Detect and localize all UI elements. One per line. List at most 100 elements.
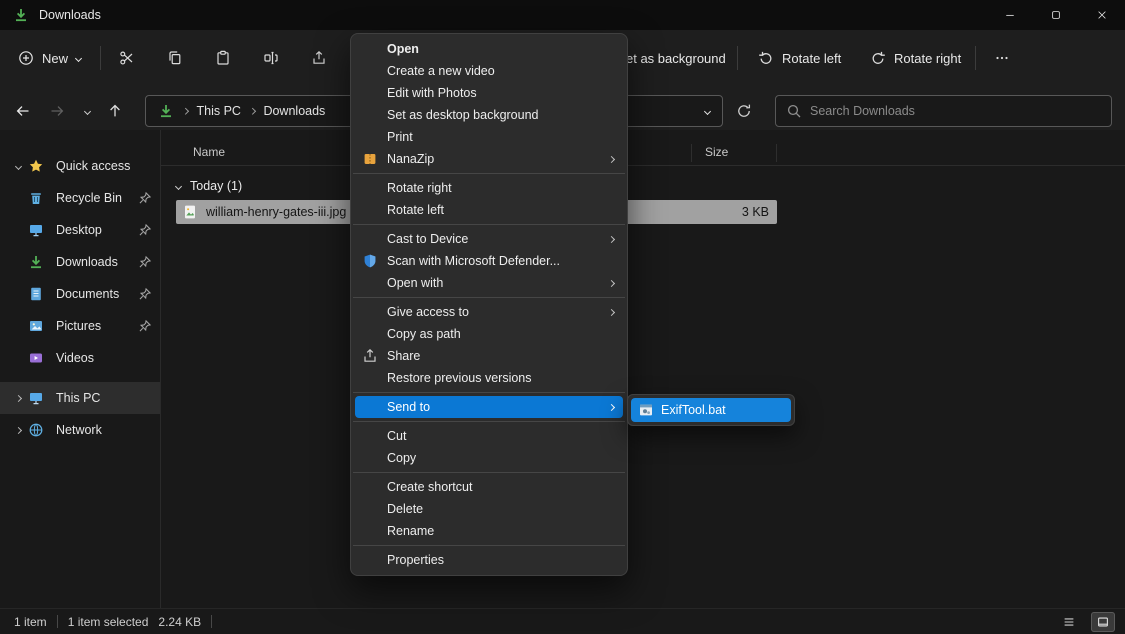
downloads-folder-icon	[13, 7, 29, 23]
set-as-background-button[interactable]: et as background	[616, 42, 736, 74]
menu-item-edit-with-photos[interactable]: Edit with Photos	[351, 82, 627, 104]
rotate-right-button[interactable]: Rotate right	[860, 42, 971, 74]
selection-count: 1 item selected	[68, 615, 149, 629]
menu-item-rename[interactable]: Rename	[351, 520, 627, 542]
sidebar-item-downloads[interactable]: Downloads	[0, 246, 160, 278]
close-icon	[1096, 9, 1108, 21]
menu-item-create-shortcut[interactable]: Create shortcut	[351, 476, 627, 498]
share-icon	[311, 50, 327, 66]
sidebar-item-label: Network	[56, 423, 152, 437]
chevron-right-icon[interactable]	[8, 428, 28, 433]
cut-button[interactable]	[107, 42, 147, 74]
pin-icon	[138, 287, 152, 301]
group-header-today[interactable]: Today (1)	[176, 174, 242, 198]
thumbnails-view-button[interactable]	[1091, 612, 1115, 632]
minimize-button[interactable]	[987, 0, 1033, 30]
window-controls	[987, 0, 1125, 30]
sidebar-item-quick-access[interactable]: Quick access	[0, 150, 160, 182]
new-button[interactable]: New	[8, 42, 91, 74]
menu-item-open[interactable]: Open	[351, 38, 627, 60]
menu-item-label: Rename	[387, 524, 434, 538]
menu-item-print[interactable]: Print	[351, 126, 627, 148]
menu-item-copy-as-path[interactable]: Copy as path	[351, 323, 627, 345]
sidebar-item-documents[interactable]: Documents	[0, 278, 160, 310]
rotate-left-label: Rotate left	[782, 51, 841, 66]
menu-item-send-to[interactable]: Send to	[355, 396, 623, 418]
network-icon	[28, 422, 44, 438]
menu-item-give-access-to[interactable]: Give access to	[351, 301, 627, 323]
menu-item-label: Delete	[387, 502, 423, 516]
menu-item-rotate-left[interactable]: Rotate left	[351, 199, 627, 221]
details-view-button[interactable]	[1057, 612, 1081, 632]
sidebar-item-network[interactable]: Network	[0, 414, 160, 446]
bat-file-icon	[638, 402, 654, 418]
item-count: 1 item	[14, 615, 47, 629]
back-button[interactable]	[8, 96, 38, 126]
rotate-left-button[interactable]: Rotate left	[748, 42, 851, 74]
copy-button[interactable]	[155, 42, 195, 74]
paste-button[interactable]	[203, 42, 243, 74]
menu-item-rotate-right[interactable]: Rotate right	[351, 177, 627, 199]
sidebar-item-videos[interactable]: Videos	[0, 342, 160, 374]
rotate-right-icon	[870, 50, 886, 66]
menu-item-set-as-desktop-background[interactable]: Set as desktop background	[351, 104, 627, 126]
sidebar-item-label: Recycle Bin	[56, 191, 138, 205]
refresh-button[interactable]	[729, 96, 759, 126]
pin-icon	[138, 319, 152, 333]
recycle-bin-icon	[28, 190, 44, 206]
sidebar-item-pictures[interactable]: Pictures	[0, 310, 160, 342]
explorer-window: Downloads New et as background Rotate le…	[0, 0, 1125, 634]
search-input[interactable]	[810, 104, 1101, 118]
menu-item-cast-to-device[interactable]: Cast to Device	[351, 228, 627, 250]
chevron-down-icon[interactable]	[8, 164, 28, 169]
paste-icon	[215, 50, 231, 66]
desktop-icon	[28, 222, 44, 238]
set-as-background-label: et as background	[626, 51, 726, 66]
menu-item-delete[interactable]: Delete	[351, 498, 627, 520]
menu-item-label: Restore previous versions	[387, 371, 532, 385]
menu-item-label: Print	[387, 130, 413, 144]
rename-button[interactable]	[251, 42, 291, 74]
nanazip-icon	[362, 151, 378, 167]
share-icon	[362, 348, 378, 364]
menu-item-label: Properties	[387, 553, 444, 567]
menu-item-share[interactable]: Share	[351, 345, 627, 367]
submenu-item-exiftool-bat[interactable]: ExifTool.bat	[631, 398, 791, 422]
titlebar: Downloads	[0, 0, 1125, 30]
more-options-button[interactable]	[982, 42, 1022, 74]
menu-item-nanazip[interactable]: NanaZip	[351, 148, 627, 170]
menu-item-label: Scan with Microsoft Defender...	[387, 254, 560, 268]
sidebar-item-label: Videos	[56, 351, 152, 365]
sidebar-item-desktop[interactable]: Desktop	[0, 214, 160, 246]
forward-button[interactable]	[42, 96, 72, 126]
menu-item-create-a-new-video[interactable]: Create a new video	[351, 60, 627, 82]
column-size[interactable]: Size	[705, 145, 728, 159]
recent-locations-button[interactable]	[76, 96, 98, 126]
menu-item-properties[interactable]: Properties	[351, 549, 627, 571]
context-menu: OpenCreate a new videoEdit with PhotosSe…	[350, 33, 628, 576]
chevron-right-icon[interactable]	[8, 396, 28, 401]
menu-item-label: NanaZip	[387, 152, 434, 166]
file-name: william-henry-gates-iii.jpg	[206, 205, 346, 219]
menu-separator	[353, 545, 625, 546]
menu-item-copy[interactable]: Copy	[351, 447, 627, 469]
menu-item-cut[interactable]: Cut	[351, 425, 627, 447]
menu-item-open-with[interactable]: Open with	[351, 272, 627, 294]
selection-size: 2.24 KB	[158, 615, 201, 629]
up-button[interactable]	[100, 96, 130, 126]
sidebar-item-recycle-bin[interactable]: Recycle Bin	[0, 182, 160, 214]
share-button[interactable]	[299, 42, 339, 74]
column-name[interactable]: Name	[193, 145, 225, 159]
close-button[interactable]	[1079, 0, 1125, 30]
breadcrumb-downloads[interactable]: Downloads	[263, 104, 325, 118]
address-dropdown-chevron-icon[interactable]	[704, 107, 711, 114]
sidebar-item-this-pc[interactable]: This PC	[0, 382, 160, 414]
quick-access-star-icon	[28, 158, 44, 174]
group-label: Today (1)	[190, 179, 242, 193]
breadcrumb-this-pc[interactable]: This PC	[197, 104, 241, 118]
new-button-label: New	[42, 51, 68, 66]
menu-item-scan-with-microsoft-defender[interactable]: Scan with Microsoft Defender...	[351, 250, 627, 272]
menu-item-restore-previous-versions[interactable]: Restore previous versions	[351, 367, 627, 389]
maximize-button[interactable]	[1033, 0, 1079, 30]
forward-arrow-icon	[49, 103, 65, 119]
